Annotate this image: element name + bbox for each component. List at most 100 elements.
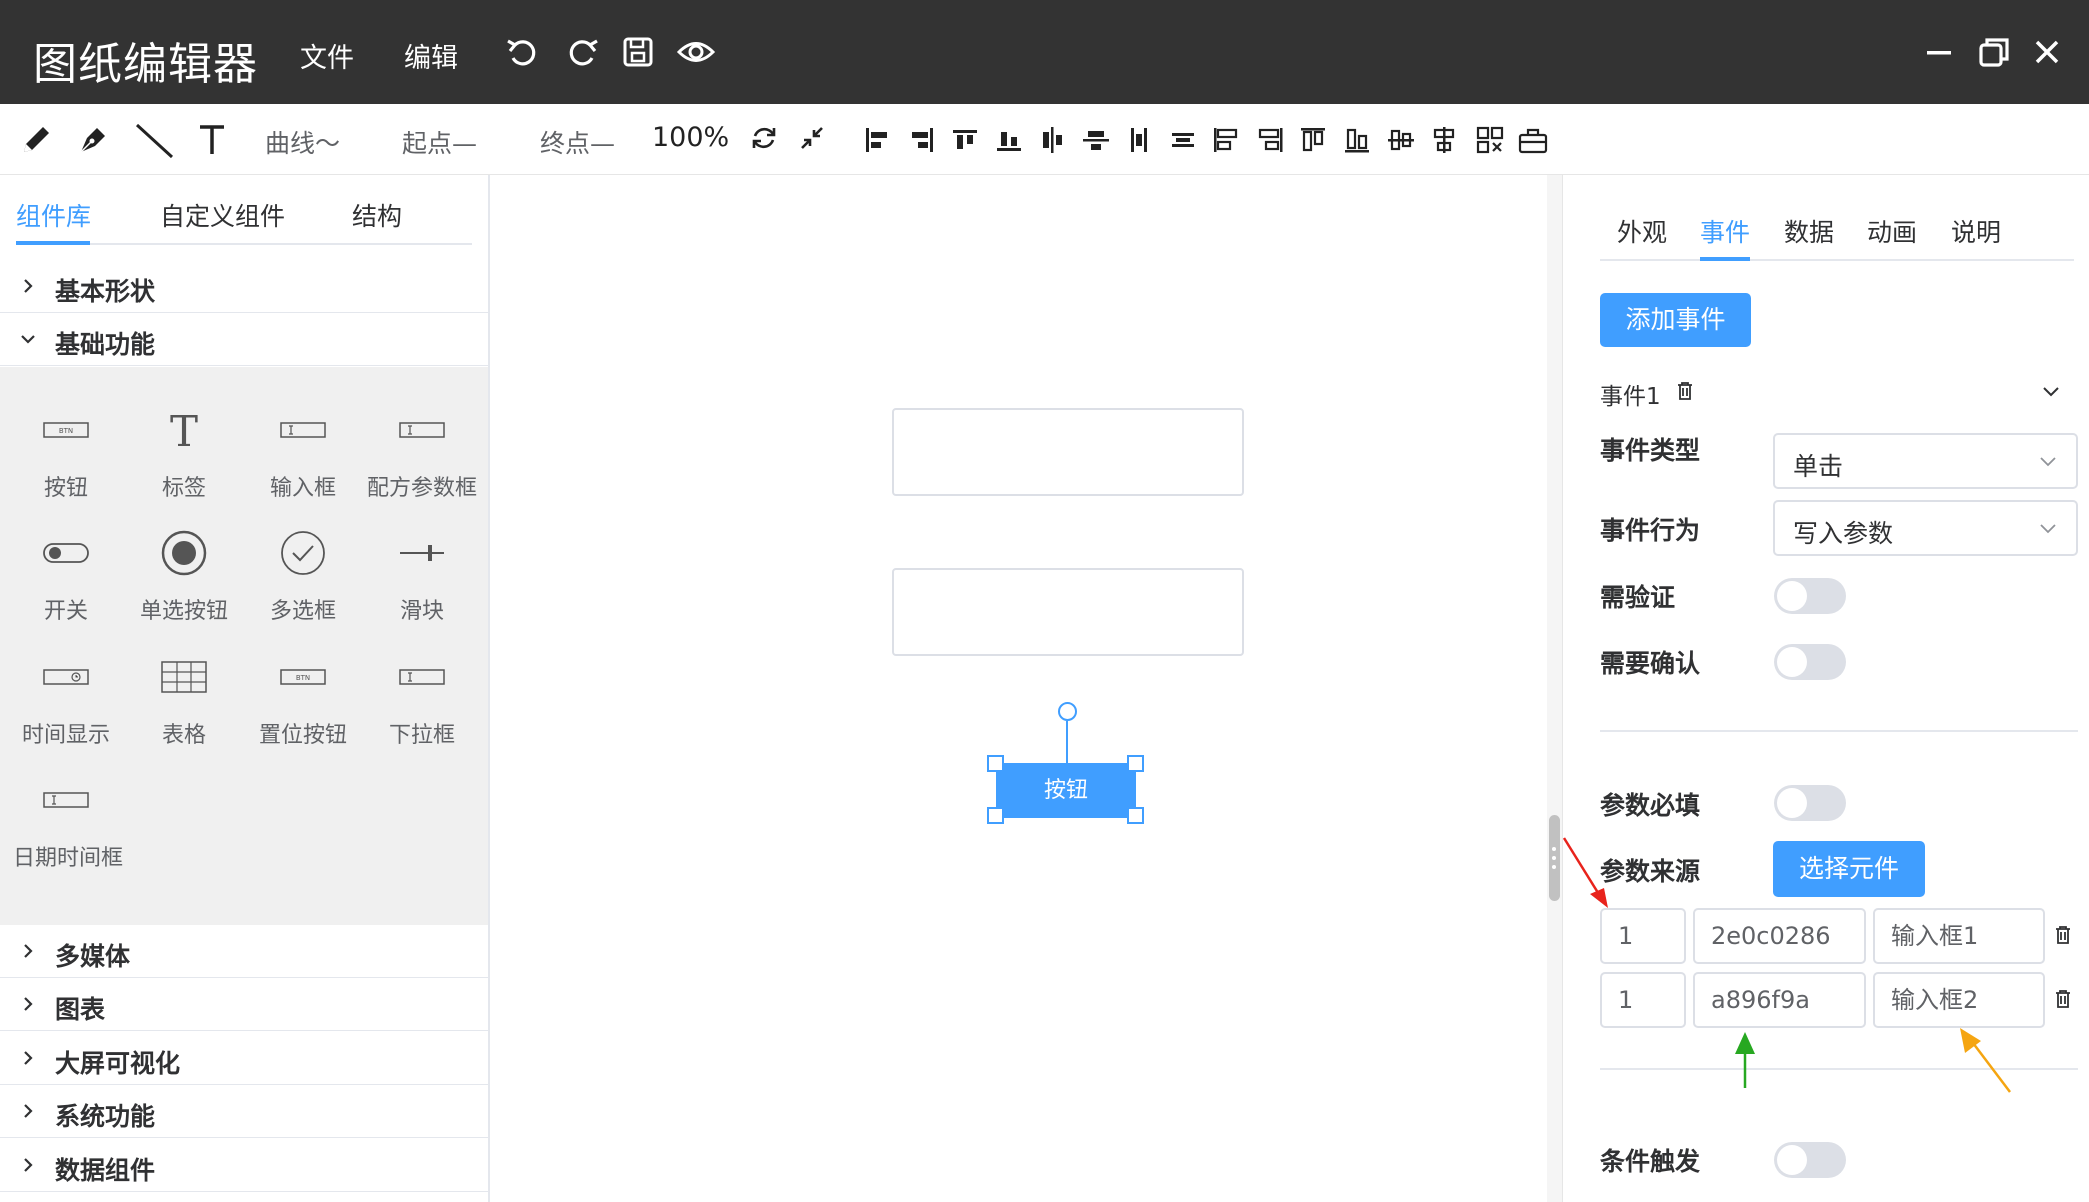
restore-icon[interactable] (1974, 32, 2014, 72)
undo-icon[interactable] (503, 32, 543, 72)
minimize-icon[interactable] (1919, 32, 1959, 72)
group-bottom-icon[interactable] (1341, 124, 1373, 156)
redo-icon[interactable] (562, 32, 602, 72)
event-title: 事件1 (1600, 384, 1661, 410)
param-name-input[interactable]: 输入框1 (1873, 908, 2045, 964)
resize-handle-bottom-right[interactable] (1127, 807, 1144, 824)
text-tool-icon[interactable] (192, 118, 232, 162)
tab-events[interactable]: 事件 (1700, 213, 1750, 249)
tab-description[interactable]: 说明 (1951, 213, 2001, 249)
distribute-h-icon[interactable] (1123, 124, 1155, 156)
category-basic-functions[interactable]: 基础功能 (0, 313, 488, 366)
chevron-right-icon (18, 1048, 38, 1068)
tab-custom-components[interactable]: 自定义组件 (160, 197, 285, 233)
design-canvas[interactable]: 按钮 (490, 175, 1547, 1202)
resize-handle-top-left[interactable] (987, 755, 1004, 772)
add-event-button[interactable]: 添加事件 (1600, 293, 1751, 347)
same-width-icon[interactable] (1210, 124, 1242, 156)
chevron-right-icon (18, 276, 38, 296)
line-icon[interactable] (134, 118, 174, 162)
start-point-dropdown[interactable]: 起点— (402, 124, 477, 160)
save-icon[interactable] (618, 32, 658, 72)
need-verify-switch[interactable] (1774, 578, 1846, 614)
canvas-input-box-1[interactable] (892, 408, 1244, 496)
component-checkbox[interactable]: 多选框 (244, 525, 362, 635)
end-point-dropdown[interactable]: 终点— (540, 124, 615, 160)
category-multimedia[interactable]: 多媒体 (0, 925, 488, 978)
component-time-display[interactable]: 时间显示 (7, 649, 125, 759)
event-action-select[interactable]: 写入参数 (1773, 500, 2078, 556)
param-id-input[interactable]: 2e0c0286 (1693, 908, 1866, 964)
align-vcenter-icon[interactable] (1080, 124, 1112, 156)
label-icon: T (125, 402, 243, 458)
align-left-icon[interactable] (862, 124, 894, 156)
svg-text:BTN: BTN (296, 674, 310, 682)
component-input[interactable]: 输入框 (244, 402, 362, 512)
event-type-value: 单击 (1793, 452, 1844, 481)
group-hcenter-icon[interactable] (1385, 124, 1417, 156)
distribute-v-icon[interactable] (1167, 124, 1199, 156)
need-confirm-switch[interactable] (1774, 644, 1846, 680)
component-table[interactable]: 表格 (125, 649, 243, 759)
tab-component-library[interactable]: 组件库 (16, 197, 91, 233)
preview-eye-icon[interactable] (676, 32, 716, 72)
param-id-input[interactable]: a896f9a (1693, 972, 1866, 1028)
category-charts[interactable]: 图表 (0, 978, 488, 1031)
pencil-icon[interactable] (16, 118, 56, 162)
toolbox-icon[interactable] (1517, 124, 1549, 156)
tab-animation[interactable]: 动画 (1867, 213, 1917, 249)
component-switch[interactable]: 开关 (7, 525, 125, 635)
category-data-components[interactable]: 数据组件 (0, 1139, 488, 1192)
param-index-input[interactable]: 1 (1600, 972, 1686, 1028)
category-system-functions[interactable]: 系统功能 (0, 1085, 488, 1138)
param-required-switch[interactable] (1774, 785, 1846, 821)
align-right-icon[interactable] (905, 124, 937, 156)
param-index-input[interactable]: 1 (1600, 908, 1686, 964)
canvas-scrollbar[interactable] (1547, 175, 1562, 1202)
radio-icon (125, 525, 243, 581)
align-hcenter-icon[interactable] (1036, 124, 1068, 156)
ungroup-icon[interactable] (1474, 124, 1506, 156)
select-element-button[interactable]: 选择元件 (1773, 841, 1925, 897)
component-set-button[interactable]: BTN 置位按钮 (244, 649, 362, 759)
resize-handle-bottom-left[interactable] (987, 807, 1004, 824)
component-datetime[interactable]: 日期时间框 (7, 772, 125, 882)
canvas-input-box-2[interactable] (892, 568, 1244, 656)
event-type-select[interactable]: 单击 (1773, 433, 2078, 489)
category-big-screen[interactable]: 大屏可视化 (0, 1032, 488, 1085)
rotate-handle[interactable] (1058, 702, 1077, 721)
collapse-event-icon[interactable] (2040, 381, 2062, 403)
canvas-button[interactable]: 按钮 (996, 763, 1136, 818)
curve-style-dropdown[interactable]: 曲线～ (265, 124, 340, 160)
menu-file[interactable]: 文件 (300, 36, 354, 75)
align-top-icon[interactable] (949, 124, 981, 156)
category-basic-shapes[interactable]: 基本形状 (0, 260, 488, 313)
refresh-icon[interactable] (748, 122, 780, 154)
condition-trigger-switch[interactable] (1774, 1142, 1846, 1178)
svg-text:T: T (170, 408, 198, 452)
param-name-input[interactable]: 输入框2 (1873, 972, 2045, 1028)
close-icon[interactable] (2027, 32, 2067, 72)
group-top-icon[interactable] (1297, 124, 1329, 156)
component-label[interactable]: T 标签 (125, 402, 243, 512)
component-recipe-param[interactable]: 配方参数框 (363, 402, 481, 512)
delete-param-icon[interactable] (2051, 987, 2075, 1011)
component-slider[interactable]: 滑块 (363, 525, 481, 635)
component-radio[interactable]: 单选按钮 (125, 525, 243, 635)
group-vcenter-icon[interactable] (1428, 124, 1460, 156)
menu-edit[interactable]: 编辑 (404, 36, 458, 75)
shrink-icon[interactable] (796, 122, 828, 154)
need-verify-label: 需验证 (1600, 583, 1676, 612)
zoom-level[interactable]: 100% (652, 122, 729, 153)
delete-param-icon[interactable] (2051, 923, 2075, 947)
component-dropdown[interactable]: 下拉框 (363, 649, 481, 759)
pen-icon[interactable] (73, 118, 113, 162)
resize-handle-top-right[interactable] (1127, 755, 1144, 772)
tab-data[interactable]: 数据 (1784, 213, 1834, 249)
tab-structure[interactable]: 结构 (352, 197, 402, 233)
align-bottom-icon[interactable] (993, 124, 1025, 156)
component-button[interactable]: BTN 按钮 (7, 402, 125, 512)
delete-event-icon[interactable] (1673, 379, 1697, 403)
same-height-icon[interactable] (1254, 124, 1286, 156)
tab-appearance[interactable]: 外观 (1617, 213, 1667, 249)
